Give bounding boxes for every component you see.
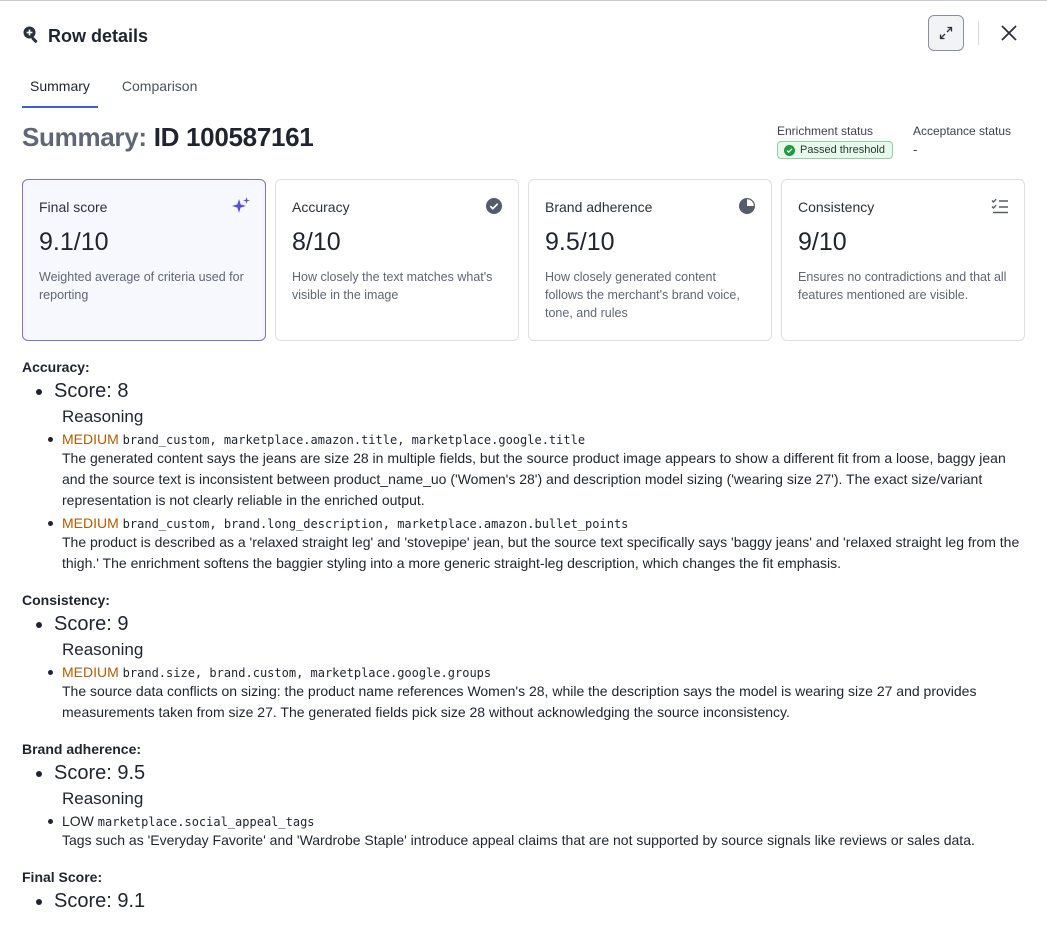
expand-icon [939,26,953,40]
card-accuracy[interactable]: Accuracy 8/10 How closely the text match… [275,179,519,341]
issue-text: The source data conflicts on sizing: the… [62,683,977,720]
severity-label: LOW [62,813,94,829]
bullet [36,898,42,905]
card-label: Final score [39,199,108,215]
tab-summary[interactable]: Summary [22,78,98,108]
issue-fields: brand_custom, marketplace.amazon.title, … [122,433,586,447]
bullet [48,670,53,675]
checklist-icon [991,198,1008,214]
issue-item: LOW marketplace.social_appeal_tags Tags … [48,813,1027,851]
page-title-prefix: Summary: [22,122,147,152]
close-icon [1001,25,1017,41]
bullet [48,819,53,824]
score-line: Score: 8 [36,380,1027,403]
issue-item: MEDIUM brand.size, brand.custom, marketp… [48,664,1027,723]
expand-button[interactable] [928,15,964,51]
reasoning-heading: Reasoning [62,789,144,808]
issue-fields: brand.size, brand.custom, marketplace.go… [122,666,492,680]
issue-text: Tags such as 'Everyday Favorite' and 'Wa… [62,832,975,848]
section-title-accuracy: Accuracy: [22,359,90,375]
pie-chart-icon [739,198,755,214]
score-line: Score: 9 [36,613,1027,636]
sparkles-icon [232,197,250,213]
severity-label: MEDIUM [62,431,119,447]
section-title-consistency: Consistency: [22,592,110,608]
score-details: Accuracy: Score: 8 Reasoning MEDIUM bran… [22,359,1027,913]
tab-comparison[interactable]: Comparison [114,78,205,108]
page-title-id: ID 100587161 [153,122,314,152]
header-actions [928,15,1025,51]
card-value: 8/10 [292,228,341,256]
severity-label: MEDIUM [62,664,119,680]
card-value: 9.5/10 [545,228,615,256]
page-title: Summary: ID 100587161 [22,122,314,153]
panel-title: Row details [48,26,149,46]
card-description: How closely the text matches what's visi… [292,270,493,302]
close-button[interactable] [999,23,1019,43]
section-title-final-score: Final Score: [22,869,103,885]
score-text: Score: 9.1 [54,890,146,912]
tab-bar: Summary Comparison [22,78,221,108]
card-brand-adherence[interactable]: Brand adherence 9.5/10 How closely gener… [528,179,772,341]
bullet [36,621,42,628]
section-title-brand-adherence: Brand adherence: [22,741,142,757]
enrichment-status: Enrichment status Passed threshold [777,124,893,159]
reasoning-heading: Reasoning [62,407,144,426]
issue-item: MEDIUM brand_custom, marketplace.amazon.… [48,431,1027,511]
check-badge-icon [486,198,502,214]
magnifier-plus-icon [22,25,40,48]
score-line: Score: 9.5 [36,762,1027,785]
bullet [36,388,42,395]
status-badge-text: Passed threshold [800,144,885,156]
card-consistency[interactable]: Consistency 9/10 Ensures no contradictio… [781,179,1025,341]
check-circle-icon [784,144,795,156]
card-value: 9/10 [798,228,847,256]
score-text: Score: 9 [54,613,129,635]
card-description: How closely generated content follows th… [545,270,740,320]
bullet [36,770,42,777]
card-label: Accuracy [292,199,350,215]
card-label: Brand adherence [545,199,653,215]
card-value: 9.1/10 [39,228,109,256]
status-badge: Passed threshold [777,141,893,159]
card-description: Weighted average of criteria used for re… [39,270,244,302]
severity-label: MEDIUM [62,515,119,531]
card-final-score[interactable]: Final score 9.1/10 Weighted average of c… [22,179,266,341]
header-divider [978,21,979,45]
title-group: Row details [22,25,148,48]
score-text: Score: 8 [54,380,129,402]
acceptance-status-value: - [913,142,918,157]
acceptance-status: Acceptance status - [913,124,1011,157]
panel-header: Row details [22,15,1025,52]
issue-fields: brand_custom, brand.long_description, ma… [122,517,629,531]
issue-item: MEDIUM brand_custom, brand.long_descript… [48,515,1027,574]
issue-text: The generated content says the jeans are… [62,450,1006,508]
reasoning-heading: Reasoning [62,640,144,659]
bullet [48,437,53,442]
card-label: Consistency [798,199,875,215]
issue-text: The product is described as a 'relaxed s… [62,534,1020,571]
card-description: Ensures no contradictions and that all f… [798,270,1007,302]
score-cards: Final score 9.1/10 Weighted average of c… [22,179,1025,341]
bullet [48,521,53,526]
acceptance-status-label: Acceptance status [913,124,1012,138]
top-border [0,0,1047,1]
score-line: Score: 9.1 [36,890,1027,913]
issue-fields: marketplace.social_appeal_tags [97,815,315,829]
enrichment-status-label: Enrichment status [777,124,874,138]
score-text: Score: 9.5 [54,762,146,784]
